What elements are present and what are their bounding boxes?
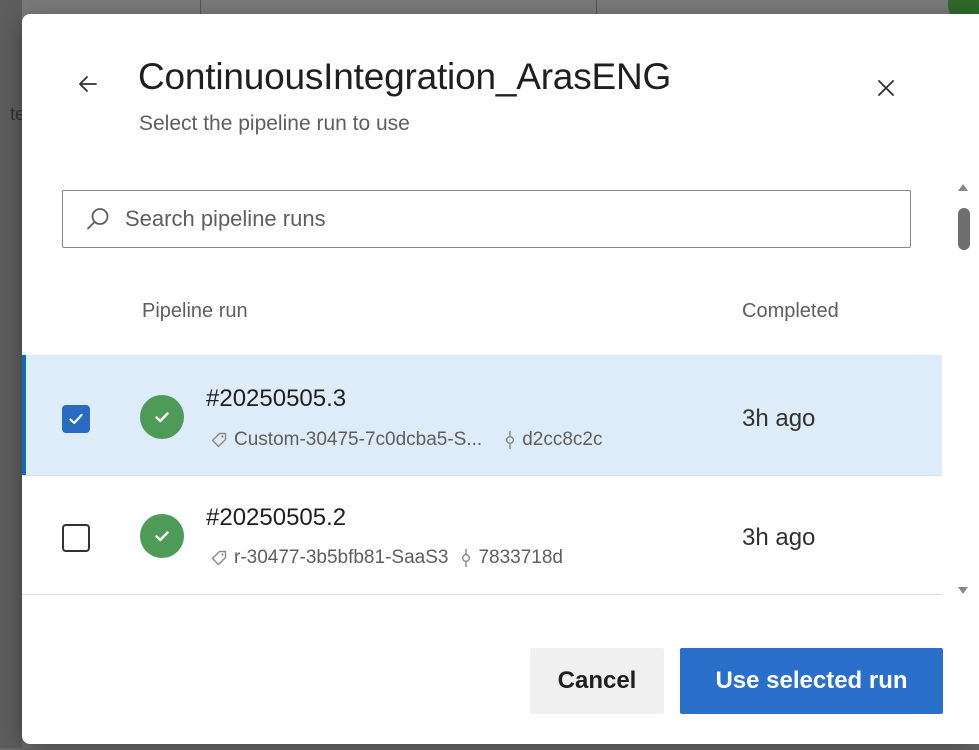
select-pipeline-run-dialog: ContinuousIntegration_ArasENG Select the… [22, 14, 979, 744]
run-number: #20250505.2 [206, 504, 347, 531]
checkmark-icon [69, 413, 83, 425]
run-meta: Custom-30475-7c0dcba5-S... d2cc8c2c [210, 429, 602, 451]
row-checkbox[interactable] [62, 524, 90, 552]
scroll-down-arrow[interactable] [956, 584, 970, 598]
commit-icon [504, 430, 516, 450]
search-input[interactable] [123, 205, 887, 233]
column-header-pipeline-run: Pipeline run [142, 300, 248, 322]
row-divider [22, 594, 942, 595]
run-branch: r-30477-3b5bfb81-SaaS3 [234, 547, 449, 568]
pipeline-run-row[interactable]: #20250505.3 Custom-30475-7c0dcba5-S... d… [22, 355, 942, 475]
column-header-completed: Completed [742, 300, 839, 322]
search-box[interactable] [62, 190, 911, 248]
check-icon [155, 531, 169, 542]
use-selected-run-button[interactable]: Use selected run [680, 648, 943, 714]
tag-icon [210, 549, 228, 567]
succeeded-status-icon [140, 514, 184, 558]
pipeline-run-row[interactable]: #20250505.2 r-30477-3b5bfb81-SaaS3 78337… [22, 476, 942, 596]
arrow-left-icon [79, 76, 97, 92]
dialog-subtitle: Select the pipeline run to use [139, 112, 410, 135]
run-commit: 7833718d [478, 547, 563, 568]
scrollbar-thumb[interactable] [958, 208, 970, 250]
check-icon [155, 412, 169, 423]
run-number: #20250505.3 [206, 385, 347, 412]
run-completed-time: 3h ago [742, 524, 816, 551]
run-completed-time: 3h ago [742, 405, 816, 432]
dialog-title: ContinuousIntegration_ArasENG [138, 56, 672, 97]
search-icon [83, 204, 113, 234]
run-commit: d2cc8c2c [522, 429, 603, 450]
row-checkbox[interactable] [62, 405, 90, 433]
run-meta: r-30477-3b5bfb81-SaaS3 7833718d [210, 547, 563, 569]
succeeded-status-icon [140, 395, 184, 439]
cancel-button[interactable]: Cancel [530, 648, 664, 714]
back-button[interactable] [74, 70, 102, 98]
commit-icon [460, 548, 472, 568]
scroll-up-arrow[interactable] [956, 180, 970, 194]
close-icon [878, 80, 894, 96]
close-button[interactable] [870, 72, 902, 104]
run-branch: Custom-30475-7c0dcba5-S... [234, 429, 483, 450]
tag-icon [210, 431, 228, 449]
